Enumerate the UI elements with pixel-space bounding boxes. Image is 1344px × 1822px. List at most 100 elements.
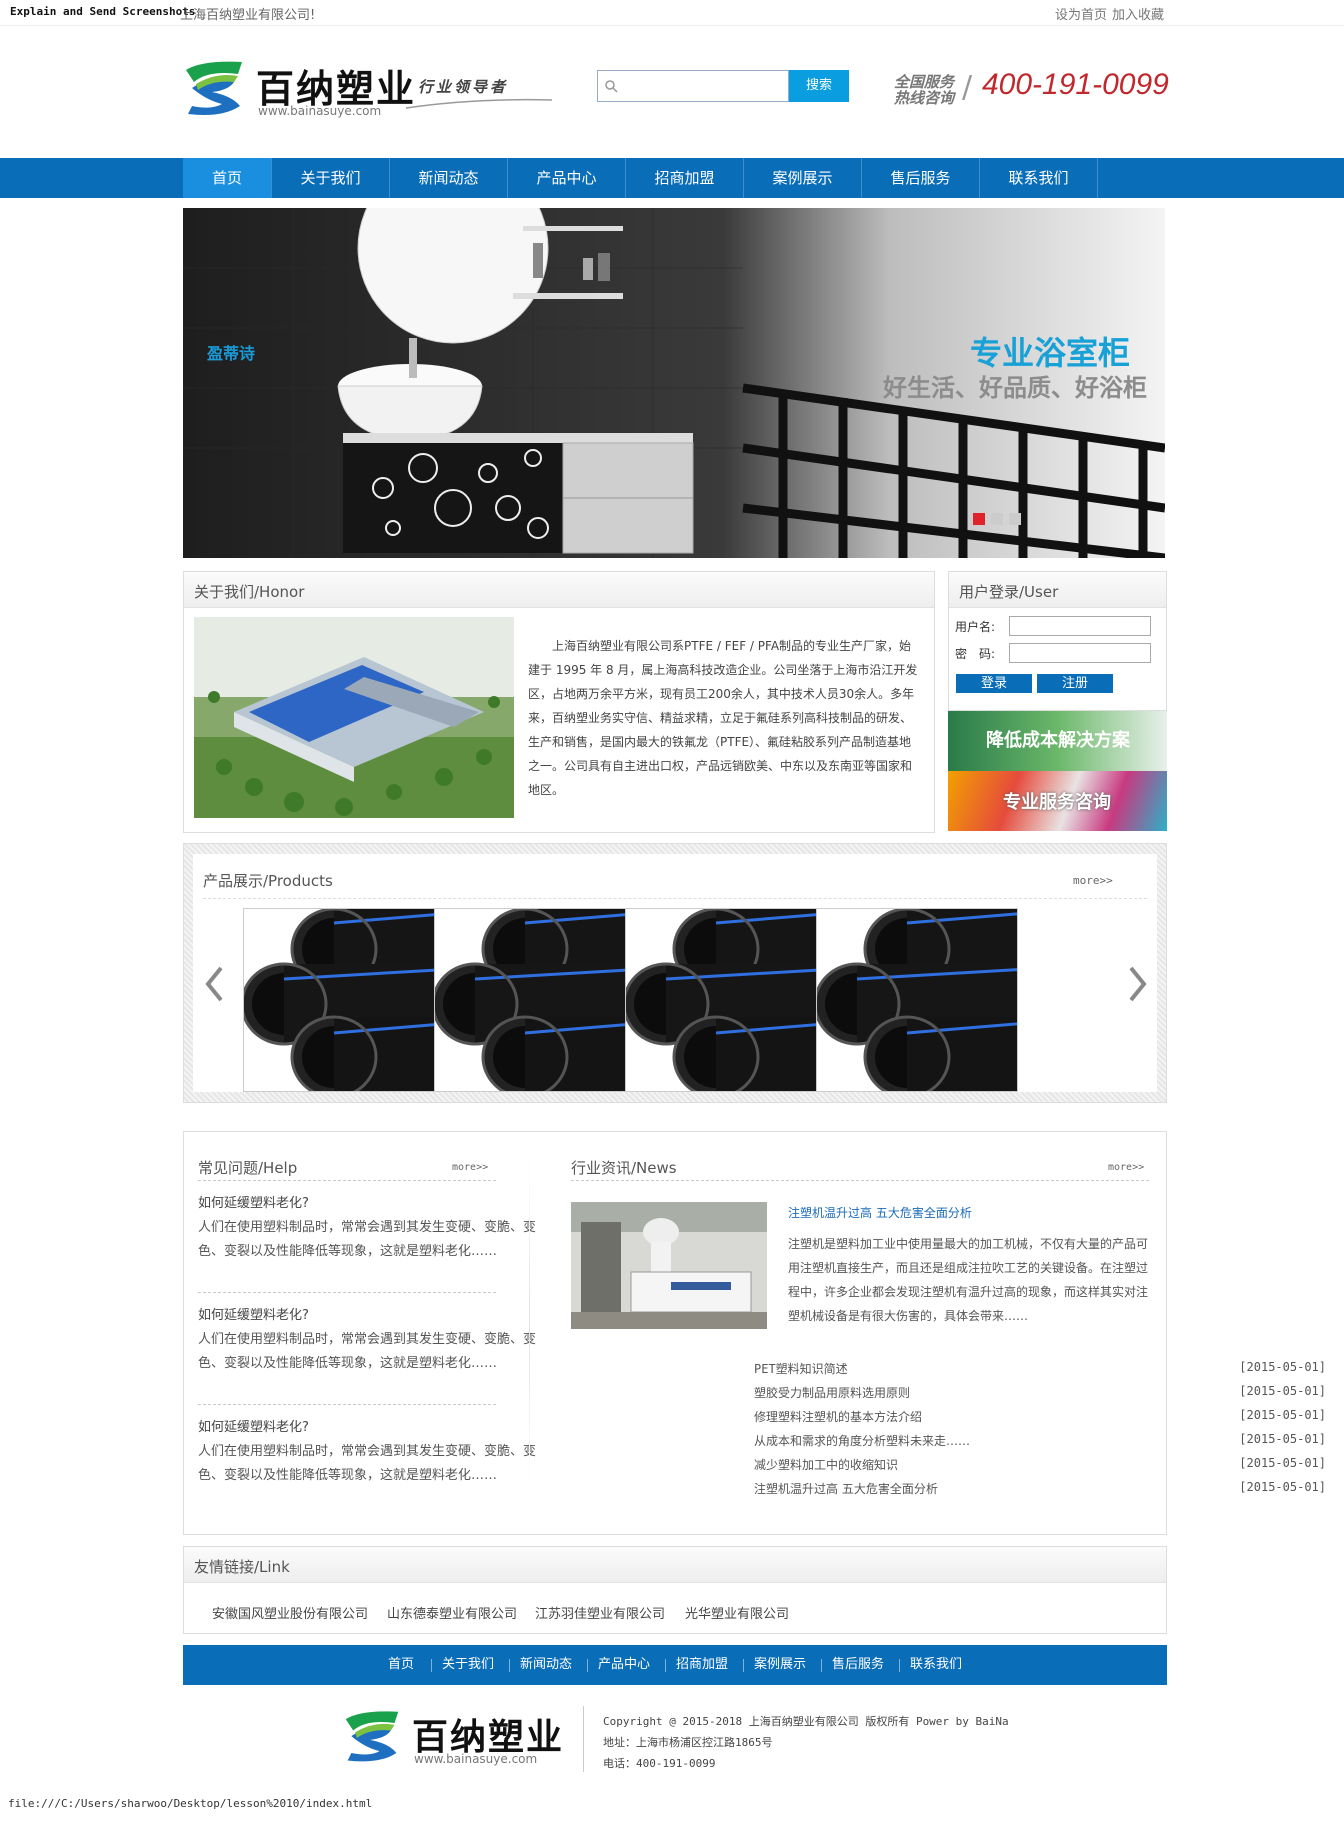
friend-link[interactable]: 光华塑业有限公司 [685,1603,789,1622]
username-field[interactable] [1009,616,1151,636]
news-title: 行业资讯/News [571,1159,677,1177]
login-button[interactable]: 登录 [956,674,1032,693]
nav-item-news[interactable]: 新闻动态 [390,158,508,198]
news-featured-text: 注塑机是塑料加工业中使用量最大的加工机械，不仅有大量的产品可用注塑机直接生产，而… [788,1237,1149,1323]
nav-item-about[interactable]: 关于我们 [272,158,390,198]
pipe-product-image [817,909,1017,1091]
footer-nav-item[interactable]: 产品中心 [598,1645,650,1685]
products-inner: 产品展示/Products more>> [193,854,1157,1092]
bookmark-link[interactable]: 加入收藏 [1112,4,1164,23]
pipe-product-image [626,909,826,1091]
friend-link[interactable]: 山东德泰塑业有限公司 [387,1603,517,1622]
help-divider [198,1404,496,1405]
news-list-item[interactable]: 修理塑料注塑机的基本方法介绍 [2015-05-01] [754,1408,1326,1428]
products-more-link[interactable]: more>> [1073,874,1113,887]
footer-nav-item[interactable]: 案例展示 [754,1645,806,1685]
search-button[interactable]: 搜索 [789,70,849,102]
document-title: Explain and Send Screenshots [10,5,196,18]
footer-logo-url: www.bainasuye.com [414,1752,538,1766]
pipe-product-image [435,909,635,1091]
nav-item-products[interactable]: 产品中心 [508,158,626,198]
about-text: 上海百纳塑业有限公司系PTFE / FEF / PFA制品的专业生产厂家，始建于… [528,639,918,797]
footer-nav-item[interactable]: 新闻动态 [520,1645,572,1685]
news-featured-title[interactable]: 注塑机温升过高 五大危害全面分析 [788,1204,972,1221]
footer-nav-item[interactable]: 联系我们 [910,1645,962,1685]
page: Explain and Send Screenshots 上海百纳塑业有限公司!… [0,0,1344,1822]
column-divider [529,1152,530,1492]
help-question[interactable]: 如何延缓塑料老化? [198,1304,309,1323]
news-item-date: [2015-05-01] [1239,1408,1326,1422]
footer-nav-item[interactable]: 招商加盟 [676,1645,728,1685]
help-more-link[interactable]: more>> [452,1162,488,1173]
nav-item-cases[interactable]: 案例展示 [744,158,862,198]
product-card[interactable] [816,908,1018,1092]
footer-logo-icon [345,1711,399,1762]
register-button[interactable]: 注册 [1037,674,1113,693]
logo-icon[interactable] [182,60,246,118]
search-input[interactable] [597,70,789,102]
news-item-date: [2015-05-01] [1239,1360,1326,1374]
banner-dot-1[interactable] [973,513,985,525]
about-factory-image [194,617,514,818]
product-card[interactable] [625,908,827,1092]
news-item-title: 塑胶受力制品用原料选用原则 [754,1386,911,1400]
footer-nav-item[interactable]: 售后服务 [832,1645,884,1685]
promo-service-consult[interactable]: 专业服务咨询 [948,771,1167,831]
nav-item-home[interactable]: 首页 [183,158,272,198]
password-label: 密 码: [955,647,996,661]
search-icon [605,80,618,93]
footer-nav-separator [899,1659,900,1672]
footer-nav-item[interactable]: 首页 [388,1645,414,1685]
nav-item-service[interactable]: 售后服务 [862,158,980,198]
nav-item-franchise[interactable]: 招商加盟 [626,158,744,198]
slogan-underline [405,98,553,109]
slogan: 行业领导者 [418,78,509,96]
hero-banner[interactable]: 盈蒂诗 专业浴室柜 好生活、好品质、好浴柜 [183,208,1165,558]
news-featured-image[interactable] [571,1202,767,1329]
news-list-item[interactable]: PET塑料知识简述 [2015-05-01] [754,1360,1326,1380]
products-divider [203,898,1147,899]
news-item-date: [2015-05-01] [1239,1456,1326,1470]
promo-cost-solution[interactable]: 降低成本解决方案 [948,711,1167,771]
hotline-divider: / [962,70,973,105]
help-question[interactable]: 如何延缓塑料老化? [198,1192,309,1211]
help-answer-line: 色、变裂以及性能降低等现象，这就是塑料老化…… [198,1356,498,1371]
footer-nav-item[interactable]: 关于我们 [442,1645,494,1685]
news-list-item[interactable]: 注塑机温升过高 五大危害全面分析 [2015-05-01] [754,1480,1326,1500]
about-panel: 关于我们/Honor 上海百纳塑业有限公司系PTFE / FEF / PFA制品… [183,571,935,833]
footer-nav-separator [587,1659,588,1672]
footer-nav-separator [509,1659,510,1672]
chevron-right-icon[interactable] [1127,964,1149,1004]
chevron-left-icon[interactable] [203,964,225,1004]
news-more-link[interactable]: more>> [1108,1162,1144,1173]
friend-link[interactable]: 江苏羽佳塑业有限公司 [535,1603,665,1622]
links-title: 友情链接/Link [184,1547,1166,1583]
product-card[interactable] [434,908,636,1092]
help-answer-line: 人们在使用塑料制品时，常常会遇到其发生变硬、变脆、变 [198,1220,537,1235]
top-bar: Explain and Send Screenshots 上海百纳塑业有限公司!… [0,0,1344,26]
help-answer-line: 色、变裂以及性能降低等现象，这就是塑料老化…… [198,1468,498,1483]
set-home-link[interactable]: 设为首页 [1055,4,1107,23]
news-item-date: [2015-05-01] [1239,1384,1326,1398]
news-list-item[interactable]: 减少塑料加工中的收缩知识 [2015-05-01] [754,1456,1326,1476]
nav-item-contact[interactable]: 联系我们 [980,158,1098,198]
news-list-item[interactable]: 塑胶受力制品用原料选用原则 [2015-05-01] [754,1384,1326,1404]
news-list-item[interactable]: 从成本和需求的角度分析塑料未来走…… [2015-05-01] [754,1432,1326,1452]
main-nav: 首页 关于我们 新闻动态 产品中心 招商加盟 案例展示 售后服务 联系我们 [0,158,1344,198]
help-answer-line: 人们在使用塑料制品时，常常会遇到其发生变硬、变脆、变 [198,1444,537,1459]
friend-link[interactable]: 安徽国风塑业股份有限公司 [212,1603,368,1622]
footer-nav-separator [743,1659,744,1672]
help-question[interactable]: 如何延缓塑料老化? [198,1416,309,1435]
banner-dot-2[interactable] [991,513,1003,525]
username-label: 用户名: [955,620,996,634]
news-item-title: 注塑机温升过高 五大危害全面分析 [754,1482,938,1496]
help-divider [198,1180,496,1181]
product-card[interactable] [243,908,445,1092]
logo-url: www.bainasuye.com [258,104,382,118]
banner-dot-3[interactable] [1009,513,1021,525]
friend-links-panel: 友情链接/Link 安徽国风塑业股份有限公司 山东德泰塑业有限公司 江苏羽佳塑业… [183,1546,1167,1634]
password-field[interactable] [1009,643,1151,663]
hotline-label-2: 热线咨询 [894,89,955,107]
news-item-title: 从成本和需求的角度分析塑料未来走…… [754,1434,971,1448]
footer-divider [583,1706,584,1772]
